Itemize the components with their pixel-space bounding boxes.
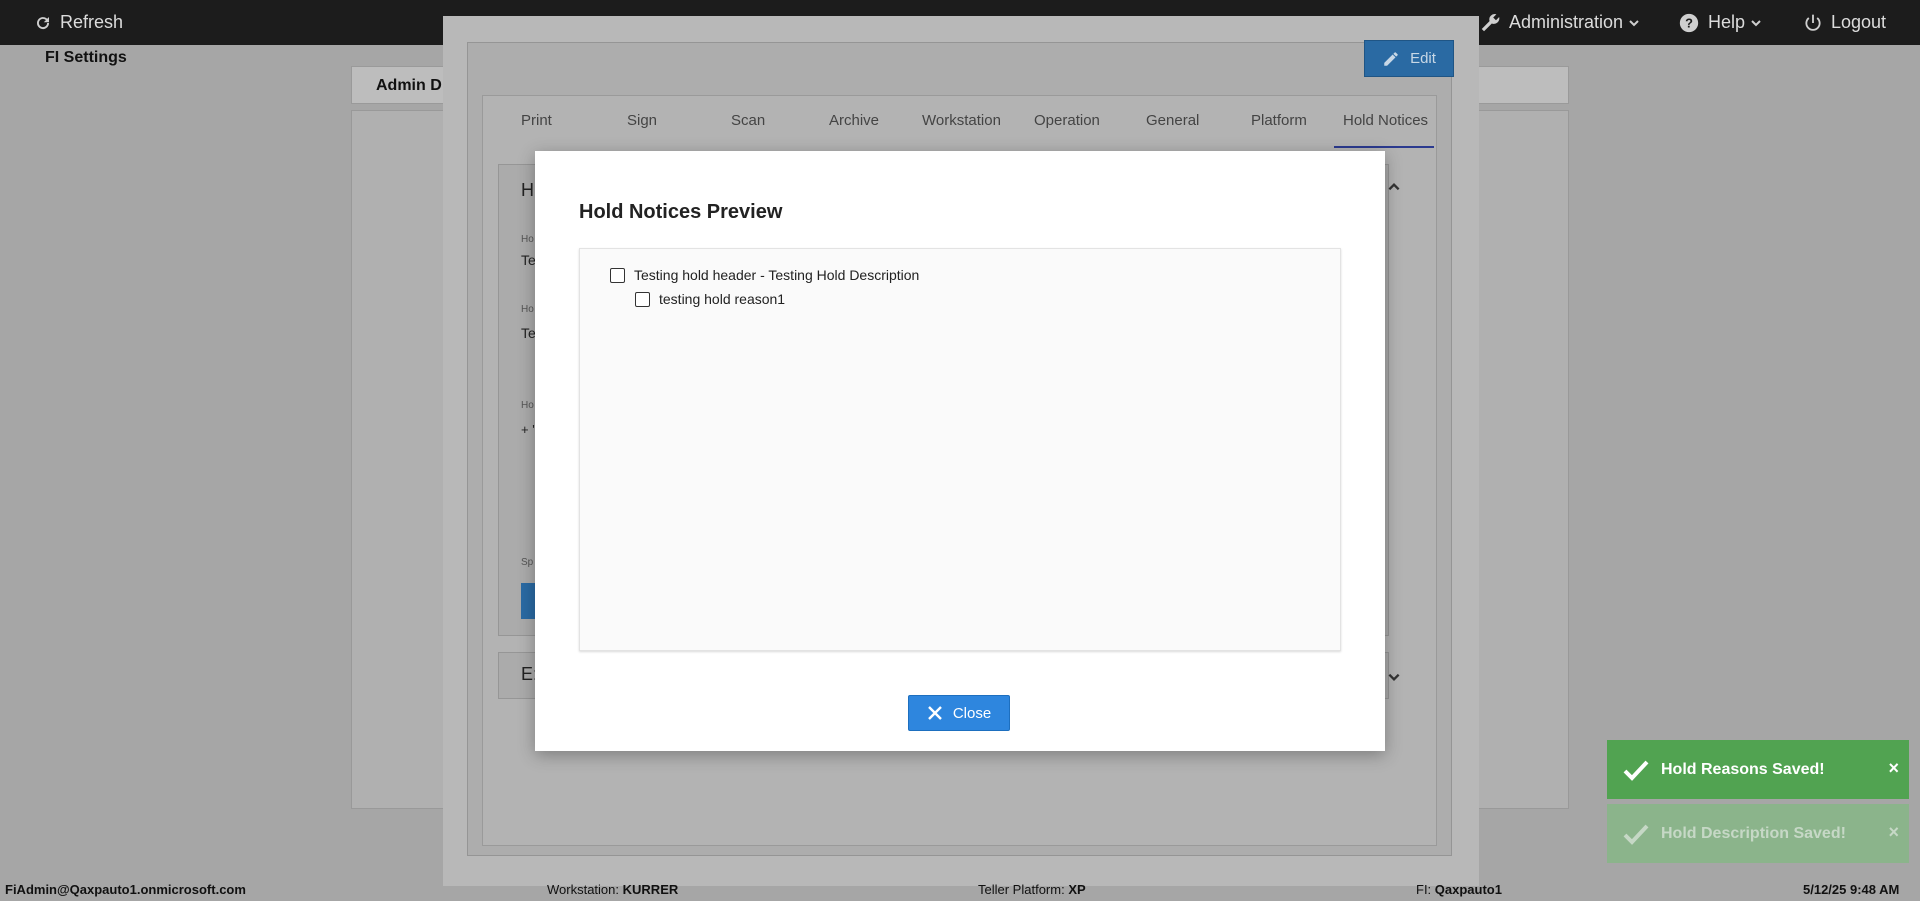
toast-close-button[interactable]: × xyxy=(1888,758,1899,779)
edit-label: Edit xyxy=(1410,50,1436,67)
chevron-down-icon xyxy=(1629,19,1639,26)
field4-label: Sp xyxy=(521,557,534,568)
hold-notices-preview-modal: Hold Notices Preview Testing hold header… xyxy=(535,151,1385,751)
tree-item-header[interactable]: Testing hold header - Testing Hold Descr… xyxy=(610,267,919,283)
logout-button[interactable]: Logout xyxy=(1803,0,1886,45)
checkbox[interactable] xyxy=(610,267,625,283)
footer-fi: FI: Qaxpauto1 xyxy=(1416,882,1502,897)
toast-close-button[interactable]: × xyxy=(1888,822,1899,843)
checkbox[interactable] xyxy=(635,291,650,307)
admin-dashboard-title: Admin D xyxy=(376,77,442,94)
tab-print[interactable]: Print xyxy=(521,112,552,129)
toast-success-fading: Hold Description Saved! × xyxy=(1607,804,1909,863)
help-label: Help xyxy=(1708,12,1746,32)
chevron-down-icon xyxy=(1751,19,1761,26)
status-footer: FiAdmin@Qaxpauto1.onmicrosoft.com Workst… xyxy=(0,878,1920,901)
svg-text:?: ? xyxy=(1685,15,1693,30)
checkmark-icon xyxy=(1623,760,1649,781)
tab-workstation[interactable]: Workstation xyxy=(922,112,1001,129)
preview-tree: Testing hold header - Testing Hold Descr… xyxy=(579,248,1341,651)
power-icon xyxy=(1805,14,1821,31)
pencil-icon xyxy=(1384,51,1398,66)
field3-label: Ho xyxy=(521,400,534,411)
footer-user: FiAdmin@Qaxpauto1.onmicrosoft.com xyxy=(5,882,246,897)
hold-section-title: H xyxy=(521,180,534,200)
field2-label: Ho xyxy=(521,304,534,315)
edit-button[interactable]: Edit xyxy=(1364,40,1454,77)
tab-sign[interactable]: Sign xyxy=(627,112,657,129)
checkmark-icon xyxy=(1623,824,1649,845)
modal-title: Hold Notices Preview xyxy=(579,201,783,223)
field3-value: + ' xyxy=(521,422,535,437)
close-button[interactable]: Close xyxy=(908,695,1010,731)
save-button-partial[interactable] xyxy=(521,583,535,619)
tab-archive[interactable]: Archive xyxy=(829,112,879,129)
tab-scan[interactable]: Scan xyxy=(731,112,765,129)
tab-hold-notices[interactable]: Hold Notices xyxy=(1343,112,1428,129)
tree-item-reason[interactable]: testing hold reason1 xyxy=(635,291,785,307)
tab-general[interactable]: General xyxy=(1146,112,1199,129)
help-icon: ? xyxy=(1679,13,1699,32)
refresh-label: Refresh xyxy=(60,12,124,32)
field1-value: Te xyxy=(521,252,536,268)
toast-message: Hold Reasons Saved! xyxy=(1661,760,1825,778)
footer-datetime: 5/12/25 9:48 AM xyxy=(1803,882,1900,897)
field2-value: Te xyxy=(521,325,536,341)
chevron-up-icon[interactable] xyxy=(1387,180,1401,194)
toast-message: Hold Description Saved! xyxy=(1661,824,1846,842)
logout-label: Logout xyxy=(1831,12,1887,32)
close-icon xyxy=(927,706,942,720)
refresh-icon xyxy=(37,16,50,29)
fi-settings-title: FI Settings xyxy=(45,49,127,66)
close-label: Close xyxy=(952,704,992,722)
administration-label: Administration xyxy=(1509,12,1624,32)
tab-platform[interactable]: Platform xyxy=(1251,112,1307,129)
footer-workstation: Workstation: KURRER xyxy=(547,882,679,897)
refresh-button[interactable]: Refresh xyxy=(34,0,123,45)
toast-success: Hold Reasons Saved! × xyxy=(1607,740,1909,799)
chevron-down-icon[interactable] xyxy=(1387,670,1401,684)
tree-item-label: testing hold reason1 xyxy=(659,291,786,307)
tab-operation[interactable]: Operation xyxy=(1034,112,1100,129)
help-menu[interactable]: ? Help xyxy=(1678,0,1762,45)
active-tab-indicator xyxy=(1334,146,1434,148)
footer-platform: Teller Platform: XP xyxy=(978,882,1086,897)
tree-item-label: Testing hold header - Testing Hold Descr… xyxy=(634,267,920,283)
administration-menu[interactable]: Administration xyxy=(1479,0,1640,45)
field1-label: Ho xyxy=(521,234,534,245)
wrench-icon xyxy=(1481,13,1500,31)
